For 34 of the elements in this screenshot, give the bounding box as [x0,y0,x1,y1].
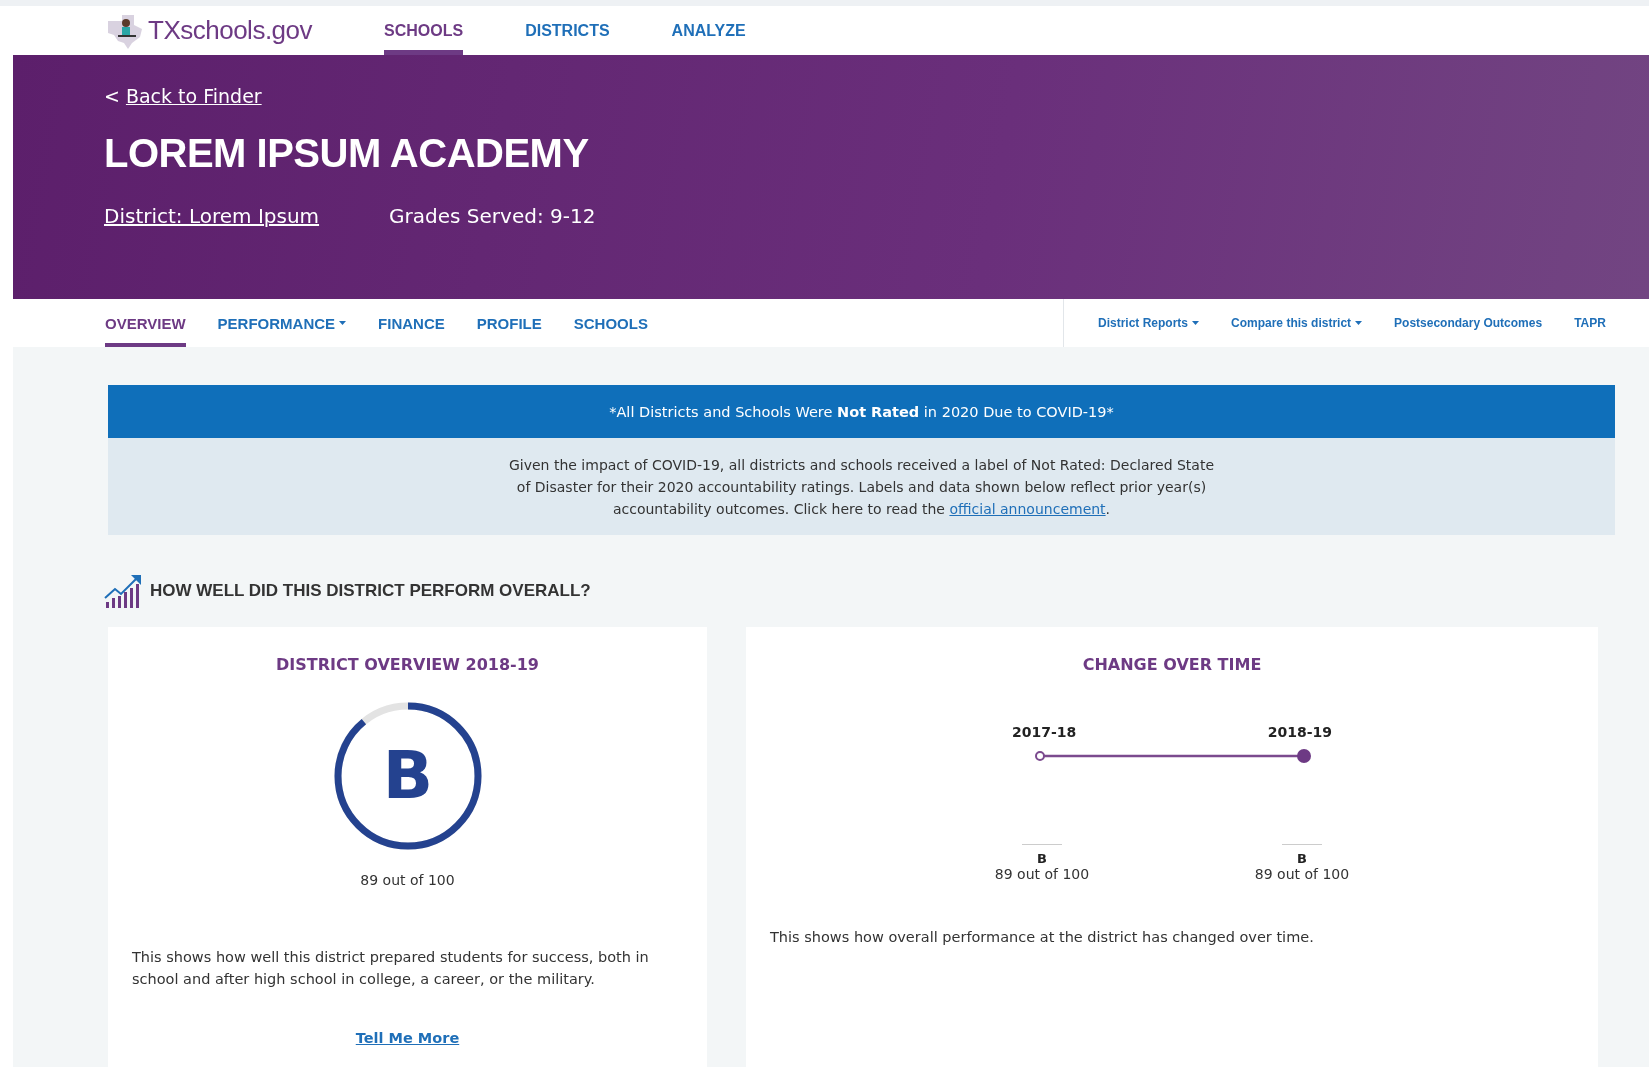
tell-me-more-link[interactable]: Tell Me More [355,1030,460,1046]
announcement-link[interactable]: official announcement [949,500,1106,517]
report-link[interactable]: District Reports [1098,316,1200,330]
site-logo-text[interactable]: TXschools.gov [148,15,313,46]
nav-link[interactable]: DISTRICTS [525,6,610,55]
score-text: 89 out of 100 [360,872,455,888]
back-chevron: < [104,85,120,107]
section-tab[interactable]: SCHOOLS [573,299,648,347]
year-label: 2017-18 [1012,724,1077,740]
back-link[interactable]: Back to Finder [125,85,262,107]
score-text: 89 out of 100 [994,866,1090,882]
notice-text: Given the impact of COVID-19, all districts and schools received a label of Not Rated: Declared State of Disaster for their 2020 accountability ratings. Labels and data shown below reflect prior year(s) accountability outcomes. Click here to read the official announcement. [507,455,1216,519]
covid-banner: *All Districts and Schools Were Not Rated in 2020 Due to COVID-19* [108,385,1615,438]
card-description: This shows how well this district prepared students for success, both in school and after high school in college, a career, or the military. [131,948,650,989]
grade-letter: B [382,737,433,814]
card-title: DISTRICT OVERVIEW 2018-19 [276,655,539,674]
grades-served: Grades Served: 9-12 [389,204,596,228]
district-link[interactable]: District: Lorem Ipsum [104,204,320,228]
card-description: This shows how overall performance at the district has changed over time. [769,928,1315,947]
report-link[interactable]: TAPR [1574,316,1606,330]
section-tab[interactable]: PROFILE [476,299,542,347]
grade-label: B [1297,851,1307,866]
card-title: CHANGE OVER TIME [1082,655,1262,674]
nav-link[interactable]: ANALYZE [671,6,746,55]
report-link[interactable]: Postsecondary Outcomes [1394,316,1543,330]
section-heading: HOW WELL DID THIS DISTRICT PERFORM OVERALL? [150,581,591,601]
year-label: 2018-19 [1267,724,1332,740]
section-tab[interactable]: PERFORMANCE [217,299,347,347]
growth-chart-icon [104,574,142,608]
score-text: 89 out of 100 [1254,866,1350,882]
section-tab[interactable]: FINANCE [378,299,445,347]
grade-label: B [1037,851,1047,866]
school-title: LOREM IPSUM ACADEMY [104,131,590,176]
report-link[interactable]: Compare this district [1231,316,1363,330]
